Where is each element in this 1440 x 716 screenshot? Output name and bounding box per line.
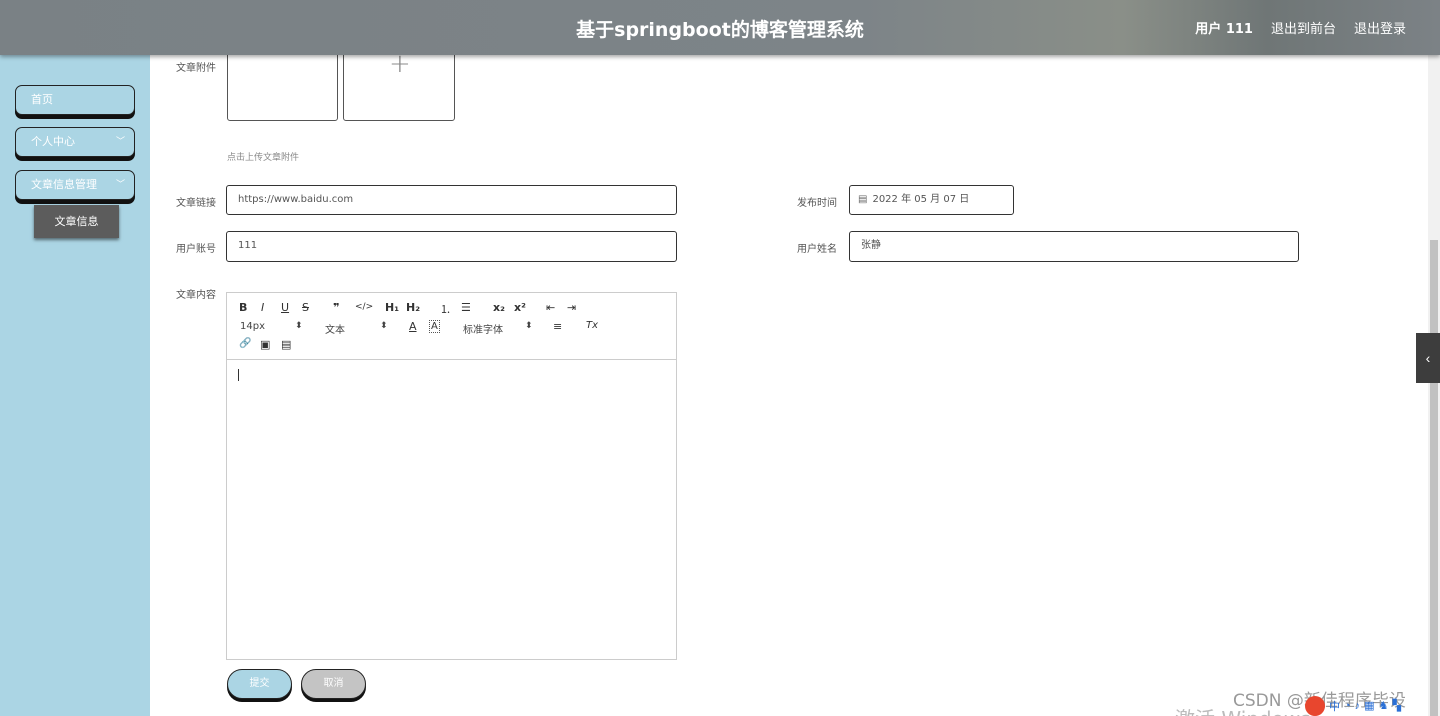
select-arrow-icon: ⬍ bbox=[525, 321, 533, 331]
grid-icon[interactable]: ▚ bbox=[1392, 699, 1400, 712]
name-input[interactable]: 张静 bbox=[849, 231, 1299, 262]
current-user: 用户 111 bbox=[1195, 22, 1253, 37]
chevron-down-icon: ﹀ bbox=[115, 137, 125, 147]
attachment-upload-button[interactable]: + bbox=[343, 48, 455, 121]
submit-button[interactable]: 提交 bbox=[227, 669, 292, 699]
cancel-button[interactable]: 取消 bbox=[301, 669, 366, 699]
account-label: 用户账号 bbox=[176, 244, 216, 255]
publish-time-value: 2022 年 05 月 07 日 bbox=[872, 194, 970, 205]
h2-button[interactable]: H₂ bbox=[406, 301, 420, 314]
sidebar-item-label: 首页 bbox=[31, 93, 53, 106]
sidebar-item-personal-center[interactable]: 个人中心 ﹀ bbox=[15, 127, 135, 157]
link-label: 文章链接 bbox=[176, 198, 216, 209]
chevron-left-icon[interactable]: ‹ bbox=[1416, 333, 1440, 383]
indent-button[interactable]: ⇥ bbox=[567, 301, 576, 314]
page-scrollbar[interactable] bbox=[1428, 55, 1440, 716]
ordered-list-button[interactable]: ⒈ bbox=[440, 301, 451, 317]
outdent-button[interactable]: ⇤ bbox=[546, 301, 555, 314]
sidebar: 首页 个人中心 ﹀ 文章信息管理 ﹀ 文章信息 bbox=[0, 55, 150, 716]
account-input[interactable]: 111 bbox=[226, 231, 677, 262]
background-color-button[interactable]: A bbox=[429, 320, 440, 333]
name-label: 用户姓名 bbox=[797, 244, 837, 255]
exit-to-front-link[interactable]: 退出到前台 bbox=[1271, 18, 1336, 37]
logout-link[interactable]: 退出登录 bbox=[1354, 18, 1406, 37]
bullet-list-button[interactable]: ☰ bbox=[461, 301, 471, 314]
link-input[interactable]: https://www.baidu.com bbox=[226, 185, 677, 215]
publish-time-label: 发布时间 bbox=[797, 198, 837, 209]
content-label: 文章内容 bbox=[176, 290, 216, 301]
sidebar-item-article-management[interactable]: 文章信息管理 ﹀ bbox=[15, 170, 135, 200]
keyboard-icon[interactable]: ▦ bbox=[1364, 699, 1374, 712]
upload-hint: 点击上传文章附件 bbox=[227, 153, 300, 163]
input-method-icon[interactable] bbox=[1305, 695, 1325, 716]
superscript-button[interactable]: x² bbox=[514, 301, 526, 314]
sidebar-item-label: 个人中心 bbox=[31, 135, 75, 148]
image-icon[interactable]: ▣ bbox=[260, 338, 270, 351]
select-arrow-icon: ⬍ bbox=[380, 321, 388, 331]
h1-button[interactable]: H₁ bbox=[385, 301, 399, 314]
italic-button[interactable]: I bbox=[261, 301, 264, 314]
rich-text-editor: B I U S ❞ </> H₁ H₂ ⒈ ☰ x₂ x² ⇤ ⇥ 14px ⬍… bbox=[226, 292, 677, 660]
header-nav: 用户 111 退出到前台 退出登录 bbox=[1195, 18, 1406, 37]
sidebar-item-home[interactable]: 首页 bbox=[15, 85, 135, 115]
bold-button[interactable]: B bbox=[239, 301, 247, 314]
calendar-icon: ▤ bbox=[858, 194, 868, 205]
system-tray: 中 ◔ ♪ ▦ ♞ ▚ bbox=[1305, 695, 1440, 716]
submenu-article-info[interactable]: 文章信息 bbox=[34, 205, 119, 238]
tray-icon[interactable]: ◔ bbox=[1344, 700, 1351, 712]
tray-icon[interactable]: 中 bbox=[1329, 698, 1340, 714]
attachment-preview[interactable] bbox=[227, 48, 338, 121]
editor-content-area[interactable] bbox=[227, 361, 676, 659]
tray-icon[interactable]: ♞ bbox=[1379, 699, 1389, 712]
editor-toolbar: B I U S ❞ </> H₁ H₂ ⒈ ☰ x₂ x² ⇤ ⇥ 14px ⬍… bbox=[227, 293, 676, 360]
clear-format-button[interactable]: Tx bbox=[586, 320, 598, 331]
font-size-select[interactable]: 14px bbox=[240, 321, 265, 332]
quote-button[interactable]: ❞ bbox=[333, 301, 339, 314]
subscript-button[interactable]: x₂ bbox=[493, 301, 505, 314]
strike-button[interactable]: S bbox=[302, 301, 309, 314]
microphone-icon[interactable]: ♪ bbox=[1355, 700, 1361, 712]
sidebar-item-label: 文章信息管理 bbox=[31, 178, 97, 191]
scrollbar-thumb[interactable] bbox=[1430, 240, 1438, 716]
top-header: 基于springboot的博客管理系统 用户 111 退出到前台 退出登录 bbox=[0, 0, 1440, 55]
underline-button[interactable]: U bbox=[281, 301, 289, 314]
text-type-select[interactable]: 文本 bbox=[325, 321, 345, 336]
attachment-label: 文章附件 bbox=[176, 63, 216, 74]
publish-time-picker[interactable]: ▤ 2022 年 05 月 07 日 bbox=[849, 185, 1014, 215]
chevron-down-icon: ﹀ bbox=[115, 180, 125, 190]
font-family-select[interactable]: 标准字体 bbox=[463, 321, 503, 336]
link-icon[interactable]: 🔗 bbox=[239, 338, 251, 349]
align-button[interactable]: ≡ bbox=[553, 320, 562, 333]
code-block-button[interactable]: </> bbox=[355, 302, 373, 312]
select-arrow-icon: ⬍ bbox=[295, 321, 303, 331]
video-icon[interactable]: ▤ bbox=[281, 338, 291, 351]
text-color-button[interactable]: A bbox=[409, 320, 417, 333]
